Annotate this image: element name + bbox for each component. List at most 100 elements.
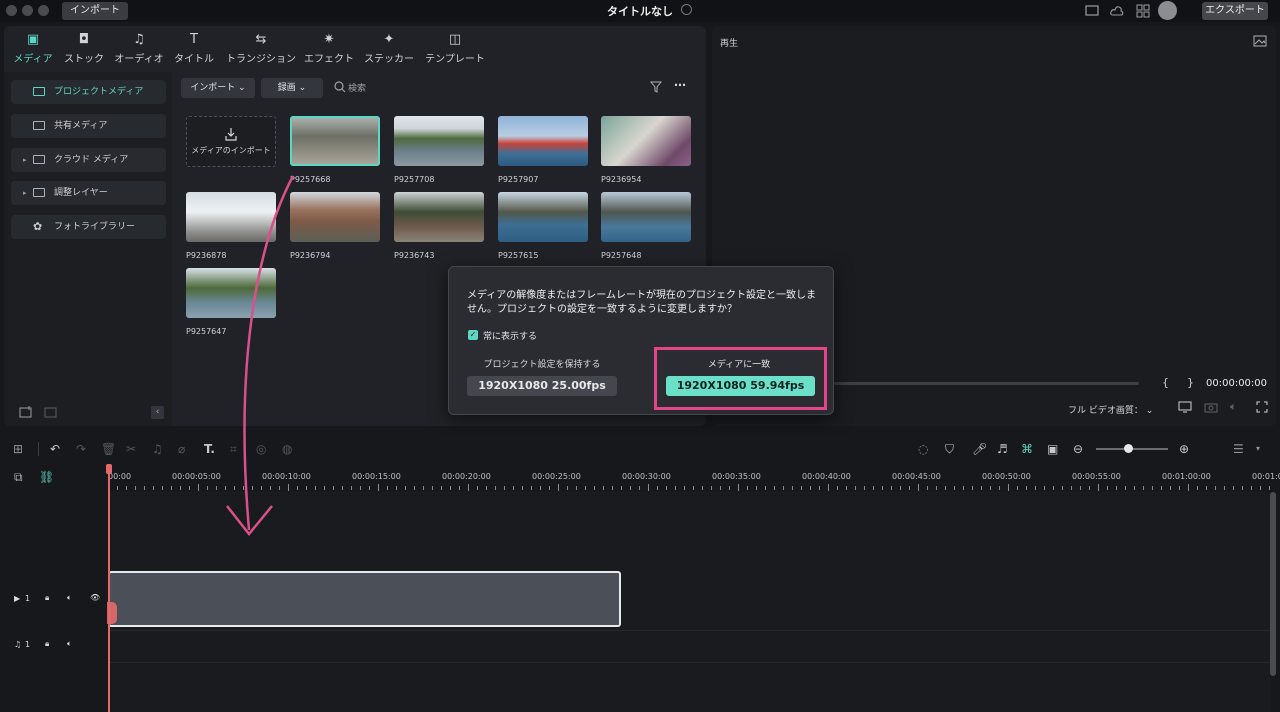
tag-icon[interactable]: ⌀ [178, 442, 185, 456]
filter-icon[interactable] [650, 81, 662, 93]
quality-dropdown[interactable]: フル ビデオ画質： ⌄ [1068, 403, 1153, 416]
chevron-right-icon[interactable]: ▸ [23, 148, 27, 172]
sidebar-item-photo-library[interactable]: ✿ フォトライブラリー [11, 215, 166, 239]
keep-settings-button[interactable]: 1920X1080 25.00fps [467, 376, 617, 396]
sidebar-item-adjustment-layer[interactable]: ▸ 調整レイヤー [11, 181, 166, 205]
ruler-tick-mark [126, 486, 127, 490]
apps-grid-icon[interactable] [1136, 4, 1150, 18]
text-icon[interactable]: T. [204, 442, 215, 456]
import-dropdown[interactable]: インポート ⌄ [181, 78, 255, 98]
collapse-sidebar-button[interactable]: ‹ [151, 406, 164, 419]
zoom-slider-handle[interactable] [1124, 444, 1133, 453]
ruler-tick-mark [990, 486, 991, 490]
microphone-icon[interactable]: 🎤︎ [972, 442, 987, 456]
ruler-tick-mark [1242, 486, 1243, 490]
media-thumbnail[interactable] [601, 192, 691, 242]
tab-label: トランジション [226, 54, 296, 65]
media-thumbnail[interactable] [498, 192, 588, 242]
avatar[interactable] [1158, 1, 1177, 20]
tab-media[interactable]: ▣ メディア [4, 32, 62, 65]
media-thumbnail[interactable] [394, 192, 484, 242]
music-list-icon[interactable]: ♬ [997, 442, 1008, 456]
monitor-icon[interactable] [1085, 4, 1099, 18]
media-thumbnail[interactable] [290, 116, 380, 166]
mark-in-icon[interactable]: { [1162, 376, 1169, 389]
chevron-down-icon: ⌄ [1145, 406, 1154, 416]
media-thumbnail[interactable] [601, 116, 691, 166]
marker-icon[interactable]: ⛉ [945, 442, 954, 457]
ruler-tick-mark [189, 486, 190, 490]
match-media-button[interactable]: 1920X1080 59.94fps [666, 376, 815, 396]
undo-icon[interactable]: ↶ [50, 442, 60, 456]
media-thumbnail[interactable] [394, 116, 484, 166]
render-icon[interactable]: ◌ [918, 442, 928, 456]
ruler-tick-mark [1251, 486, 1252, 490]
sidebar-item-project-media[interactable]: プロジェクトメディア [11, 80, 166, 104]
lock-icon[interactable]: 🔒︎ [45, 639, 49, 649]
playback-progress-bar[interactable] [834, 382, 1139, 385]
lock-icon[interactable]: 🔒︎ [45, 593, 49, 603]
zoom-window-button[interactable] [38, 5, 49, 16]
redo-icon[interactable]: ↷ [76, 442, 86, 456]
minimize-window-button[interactable] [22, 5, 33, 16]
playhead[interactable] [108, 464, 110, 712]
close-window-button[interactable] [6, 5, 17, 16]
display-icon[interactable] [1178, 401, 1192, 413]
snapshot-icon[interactable] [1253, 35, 1267, 47]
ruler-tick-mark [765, 486, 766, 490]
delete-icon[interactable]: 🗑︎ [101, 442, 116, 456]
ruler-tick-mark [927, 486, 928, 490]
volume-icon[interactable]: 🔈︎ [1230, 400, 1237, 414]
chevron-down-icon[interactable]: ▾ [1256, 444, 1260, 453]
always-show-checkbox[interactable]: ✓ [468, 330, 478, 340]
more-options-icon[interactable]: ⋯ [674, 78, 686, 92]
playhead-handle[interactable] [106, 464, 112, 474]
folder-icon[interactable] [44, 406, 58, 418]
ruler-tick-mark [369, 486, 370, 490]
new-folder-icon[interactable] [19, 406, 33, 418]
chevron-right-icon[interactable]: ▸ [23, 181, 27, 205]
tab-transition[interactable]: ⇆ トランジション [226, 32, 296, 65]
speaker-icon[interactable]: 🔈︎ [67, 639, 72, 649]
sidebar-item-shared-media[interactable]: 共有メディア [11, 114, 166, 138]
zoom-out-icon[interactable]: ⊖ [1073, 442, 1083, 456]
speaker-icon[interactable]: 🔈︎ [67, 593, 72, 603]
add-track-icon[interactable]: ⧉ [14, 470, 23, 485]
snap-icon[interactable]: ⌘ [1021, 442, 1033, 456]
camera-icon[interactable] [1204, 401, 1218, 413]
search-input[interactable]: 検索 [348, 81, 366, 94]
record-dropdown[interactable]: 録画 ⌄ [261, 78, 323, 98]
tab-sticker[interactable]: ✦ ステッカー [360, 32, 418, 65]
layout-grid-icon[interactable]: ⊞ [13, 442, 23, 456]
ruler-tick-mark [342, 486, 343, 490]
mark-out-icon[interactable]: } [1187, 376, 1194, 389]
media-import-tile[interactable]: メディアのインポート [186, 116, 276, 167]
pip-icon[interactable]: ▣ [1047, 442, 1058, 456]
tab-title[interactable]: T タイトル [165, 32, 223, 65]
search-icon [334, 81, 346, 93]
media-icon: ▣ [26, 32, 40, 47]
ruler-tick-mark [1080, 486, 1081, 490]
sidebar-item-cloud-media[interactable]: ▸ クラウド メディア [11, 148, 166, 172]
tab-effect[interactable]: ✷ エフェクト [300, 32, 358, 65]
tab-audio[interactable]: ♫ オーディオ [110, 32, 168, 65]
cloud-icon[interactable] [1110, 4, 1124, 18]
link-icon[interactable]: ⛓︎ [39, 470, 54, 484]
tab-template[interactable]: ◫ テンプレート [422, 32, 488, 65]
scissors-icon[interactable]: ✂ [126, 442, 136, 456]
eye-icon[interactable]: 👁︎ [90, 593, 100, 602]
fullscreen-icon[interactable] [1256, 401, 1268, 413]
export-button[interactable]: エクスポート [1202, 2, 1268, 20]
track-layout-icon[interactable]: ☰ [1233, 442, 1244, 456]
zoom-in-icon[interactable]: ⊕ [1179, 442, 1189, 456]
ruler-tick-mark [1170, 486, 1171, 490]
audio-edit-icon[interactable]: ♫ [152, 442, 163, 456]
vertical-scrollbar[interactable] [1270, 492, 1276, 676]
import-tab-button[interactable]: インポート [62, 2, 128, 20]
ruler-tick-mark [549, 486, 550, 490]
media-thumbnail[interactable] [498, 116, 588, 166]
ruler-tick-mark [468, 484, 469, 491]
ruler-tick-label: 00:01:05:00 [1252, 472, 1280, 481]
tab-stock[interactable]: ◘ ストック [55, 32, 113, 65]
video-clip-placeholder[interactable] [108, 571, 621, 627]
